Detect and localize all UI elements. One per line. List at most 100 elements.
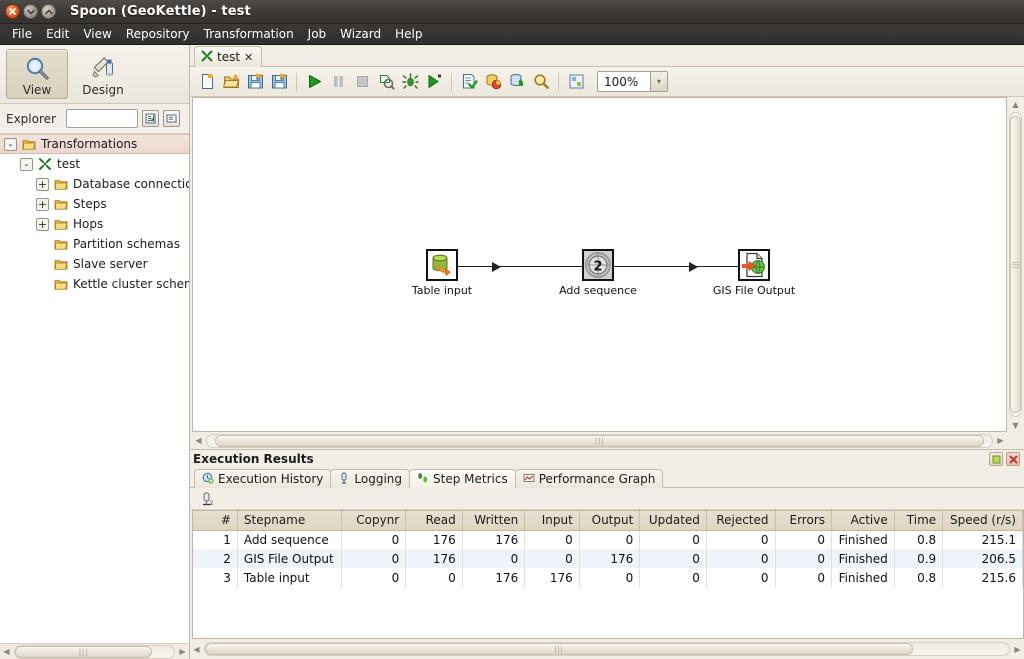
sidebar-mode-design[interactable]: Design [72, 49, 134, 99]
new-file-button[interactable] [196, 71, 218, 93]
collapse-toggle-icon[interactable]: - [20, 157, 33, 171]
column-header-index[interactable]: # [193, 511, 238, 531]
tree-item-transformations[interactable]: - Transformations [0, 134, 189, 154]
transformation-canvas[interactable]: Table input 2 Add sequence GIS File Outp… [192, 97, 1007, 432]
tree-item-label: Slave server [73, 257, 148, 271]
menu-view[interactable]: View [76, 25, 118, 43]
replay-button[interactable] [423, 71, 445, 93]
expand-toggle-icon[interactable]: + [36, 217, 49, 231]
chevron-down-icon[interactable]: ▾ [650, 72, 667, 91]
maximize-window-button[interactable] [41, 4, 56, 19]
expand-toggle-icon[interactable]: + [36, 197, 49, 211]
step-node-add-sequence[interactable]: 2 Add sequence [553, 249, 643, 297]
impact-analysis-button[interactable] [482, 71, 504, 93]
preview-button[interactable] [375, 71, 397, 93]
tree-item-test[interactable]: - test [0, 154, 189, 174]
minimize-window-button[interactable] [23, 4, 38, 19]
canvas-hscroll-thumb[interactable]: ||| [214, 434, 985, 447]
sql-button[interactable] [506, 71, 528, 93]
scroll-left-arrow[interactable]: ◀ [192, 434, 205, 448]
scroll-right-arrow[interactable]: ▶ [994, 434, 1007, 448]
menu-file[interactable]: File [5, 25, 39, 43]
tree-item-hops[interactable]: + Hops [0, 214, 189, 234]
column-header-input[interactable]: Input [524, 511, 580, 531]
column-header-stepname[interactable]: Stepname [237, 511, 342, 531]
execution-panel-horizontal-scrollbar[interactable]: ◀ ||| ▶ [190, 639, 1024, 659]
explorer-tree[interactable]: - Transformations - test + Database connectio… [0, 134, 189, 643]
column-header-read[interactable]: Read [405, 511, 463, 531]
tree-item-slave-server[interactable]: Slave server [0, 254, 189, 274]
tab-logging[interactable]: Logging [330, 469, 411, 488]
canvas-horizontal-scrollbar[interactable]: ◀ ||| ▶ [192, 433, 1007, 448]
save-button[interactable] [244, 71, 266, 93]
column-header-errors[interactable]: Errors [775, 511, 833, 531]
editor-tab-test[interactable]: test ✕ [194, 46, 263, 67]
tree-item-partition-schemas[interactable]: Partition schemas [0, 234, 189, 254]
menu-wizard[interactable]: Wizard [333, 25, 388, 43]
column-header-updated[interactable]: Updated [639, 511, 707, 531]
canvas-vscroll-thumb[interactable]: ||| [1010, 116, 1021, 413]
step-node-table-input[interactable]: Table input [400, 249, 484, 297]
column-header-written[interactable]: Written [462, 511, 526, 531]
open-folder-button[interactable] [220, 71, 242, 93]
table-row[interactable]: 3 Table input 0 0 176 176 0 0 0 0 Finished 0.8 215.6 [193, 568, 1023, 587]
tab-performance-graph[interactable]: Performance Graph [514, 469, 664, 488]
sidebar-mode-view[interactable]: View [6, 49, 68, 99]
explorer-search-input[interactable] [65, 109, 138, 128]
scroll-down-arrow[interactable]: ▼ [1009, 418, 1022, 432]
canvas-hscroll-track[interactable]: ||| [206, 433, 993, 448]
expand-toggle-icon[interactable]: + [36, 177, 49, 191]
menu-repository[interactable]: Repository [119, 25, 197, 43]
step-node-gis-file-output[interactable]: GIS File Output [703, 249, 805, 297]
sidebar-horizontal-scrollbar[interactable]: ◀ ||| ▶ [0, 643, 189, 659]
table-row[interactable]: 2 GIS File Output 0 176 0 0 176 0 0 0 Finished 0.9 2… [193, 549, 1023, 568]
sidebar-scroll-thumb[interactable]: ||| [15, 645, 152, 658]
scroll-right-arrow[interactable]: ▶ [176, 645, 189, 659]
tab-execution-history[interactable]: Execution History [194, 469, 332, 488]
menu-help[interactable]: Help [388, 25, 429, 43]
menu-transformation[interactable]: Transformation [197, 25, 301, 43]
menu-edit[interactable]: Edit [39, 25, 76, 43]
arrange-button[interactable] [565, 71, 587, 93]
column-header-active[interactable]: Active [831, 511, 895, 531]
tree-item-database-connection[interactable]: + Database connection [0, 174, 189, 194]
column-header-rejected[interactable]: Rejected [706, 511, 776, 531]
close-icon[interactable]: ✕ [244, 52, 253, 63]
pause-button [327, 71, 349, 93]
execution-hscroll-thumb[interactable]: ||| [205, 643, 913, 655]
tab-step-metrics[interactable]: Step Metrics [409, 469, 516, 488]
close-window-button[interactable] [5, 4, 20, 19]
menu-bar: File Edit View Repository Transformation… [0, 24, 1024, 45]
tree-item-steps[interactable]: + Steps [0, 194, 189, 214]
zoom-control[interactable]: 100% ▾ [597, 71, 668, 92]
scroll-right-arrow[interactable]: ▶ [1011, 642, 1024, 656]
step-metrics-action-button[interactable]: 2 [196, 488, 218, 510]
execution-hscroll-track[interactable]: ||| [204, 642, 1010, 656]
sidebar-scroll-track[interactable]: ||| [14, 644, 175, 659]
column-header-time[interactable]: Time [894, 511, 944, 531]
table-row[interactable]: 1 Add sequence 0 176 176 0 0 0 0 0 Finished 0.8 215.… [193, 530, 1023, 549]
column-header-copynr[interactable]: Copynr [341, 511, 407, 531]
step-metrics-table-container[interactable]: # Stepname Copynr Read Written Input Out… [192, 510, 1024, 639]
debug-button[interactable] [399, 71, 421, 93]
tree-item-kettle-cluster-schema[interactable]: Kettle cluster schema [0, 274, 189, 294]
canvas-vertical-scrollbar[interactable]: ▲ ||| ▼ [1008, 97, 1023, 432]
menu-job[interactable]: Job [301, 25, 334, 43]
verify-button[interactable] [458, 71, 480, 93]
close-panel-button[interactable] [1006, 452, 1020, 466]
show-last-preview-button[interactable] [530, 71, 552, 93]
maximize-panel-button[interactable] [989, 452, 1003, 466]
zoom-value[interactable]: 100% [598, 72, 650, 91]
column-header-output[interactable]: Output [579, 511, 641, 531]
view-menu-button[interactable] [162, 110, 180, 127]
scroll-up-arrow[interactable]: ▲ [1009, 97, 1022, 111]
scroll-left-arrow[interactable]: ◀ [190, 642, 203, 656]
collapse-toggle-icon[interactable]: - [4, 137, 17, 151]
run-button[interactable] [303, 71, 325, 93]
collapse-tree-button[interactable] [141, 110, 159, 127]
save-as-button[interactable] [268, 71, 290, 93]
canvas-vscroll-track[interactable]: ||| [1009, 112, 1022, 417]
column-header-speed[interactable]: Speed (r/s) [942, 511, 1023, 531]
scroll-left-arrow[interactable]: ◀ [0, 645, 13, 659]
